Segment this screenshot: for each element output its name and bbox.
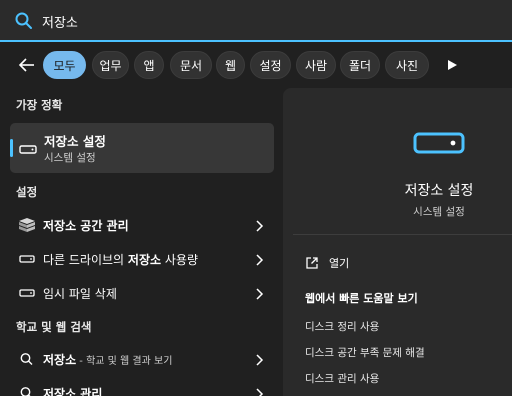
search-icon: [14, 11, 34, 31]
back-arrow-icon[interactable]: [12, 52, 40, 78]
filter-folders[interactable]: 폴더: [340, 51, 380, 79]
list-item[interactable]: 저장소 관리: [10, 378, 274, 396]
best-match-subtitle: 시스템 설정: [44, 152, 96, 164]
help-link[interactable]: 디스크 관리 사용: [305, 371, 379, 386]
chevron-right-icon: [254, 386, 264, 396]
detail-pane: 저장소 설정 시스템 설정 열기 웹에서 빠른 도움말 보기 디스크 정리 사용…: [283, 88, 512, 396]
filter-apps[interactable]: 앱: [134, 51, 164, 79]
filter-people[interactable]: 사람: [296, 51, 336, 79]
filter-bar: 모두 업무 앱 문서 웹 설정 사람 폴더 사진: [0, 48, 512, 82]
open-external-icon: [305, 255, 319, 274]
search-bar: [0, 0, 512, 42]
list-item[interactable]: 임시 파일 삭제: [10, 278, 274, 308]
search-icon: [18, 351, 36, 367]
web-search-heading: 학교 및 웹 검색: [16, 320, 92, 334]
chevron-right-icon: [254, 286, 264, 300]
selection-indicator: [10, 139, 13, 157]
filter-all[interactable]: 모두: [43, 51, 86, 79]
filter-web[interactable]: 웹: [216, 51, 245, 79]
best-match-heading: 가장 정확: [16, 98, 63, 112]
open-button[interactable]: 열기: [293, 250, 512, 274]
search-input[interactable]: [42, 8, 482, 34]
filter-work[interactable]: 업무: [92, 51, 129, 79]
help-heading: 웹에서 빠른 도움말 보기: [305, 292, 418, 305]
settings-heading: 설정: [16, 185, 38, 199]
storage-drive-icon: [413, 130, 465, 160]
filter-settings[interactable]: 설정: [250, 51, 291, 79]
list-item-label: 저장소 관리: [43, 387, 103, 396]
list-item-label: 다른 드라이브의 저장소 사용량: [43, 253, 198, 267]
detail-title: 저장소 설정: [404, 183, 474, 199]
storage-drive-icon: [19, 141, 37, 160]
filter-photos[interactable]: 사진: [385, 51, 429, 79]
list-item-label: 임시 파일 삭제: [43, 287, 117, 301]
help-link[interactable]: 디스크 공간 부족 문제 해결: [305, 345, 425, 360]
search-icon: [18, 385, 36, 396]
storage-spaces-icon: [18, 217, 36, 233]
help-link[interactable]: 디스크 정리 사용: [305, 319, 379, 334]
results-list: 가장 정확 저장소 설정 시스템 설정 설정 저장소 공간 관리 다른 드라이브…: [0, 88, 282, 396]
filter-documents[interactable]: 문서: [170, 51, 212, 79]
best-match-card[interactable]: 저장소 설정 시스템 설정: [10, 123, 274, 173]
best-match-title: 저장소 설정: [44, 134, 106, 149]
list-item-label: 저장소 공간 관리: [43, 219, 129, 233]
chevron-right-icon: [254, 252, 264, 266]
drive-icon: [18, 251, 36, 267]
list-item[interactable]: 다른 드라이브의 저장소 사용량: [10, 244, 274, 274]
detail-subtitle: 시스템 설정: [413, 206, 465, 218]
list-item-label: 저장소 - 학교 및 웹 결과 보기: [43, 353, 173, 367]
divider: [293, 234, 512, 235]
list-item[interactable]: 저장소 공간 관리: [10, 210, 274, 240]
list-item[interactable]: 저장소 - 학교 및 웹 결과 보기: [10, 344, 274, 374]
chevron-right-icon: [254, 218, 264, 232]
drive-icon: [18, 285, 36, 301]
play-icon[interactable]: [440, 52, 464, 78]
chevron-right-icon: [254, 352, 264, 366]
open-label: 열기: [329, 257, 350, 270]
